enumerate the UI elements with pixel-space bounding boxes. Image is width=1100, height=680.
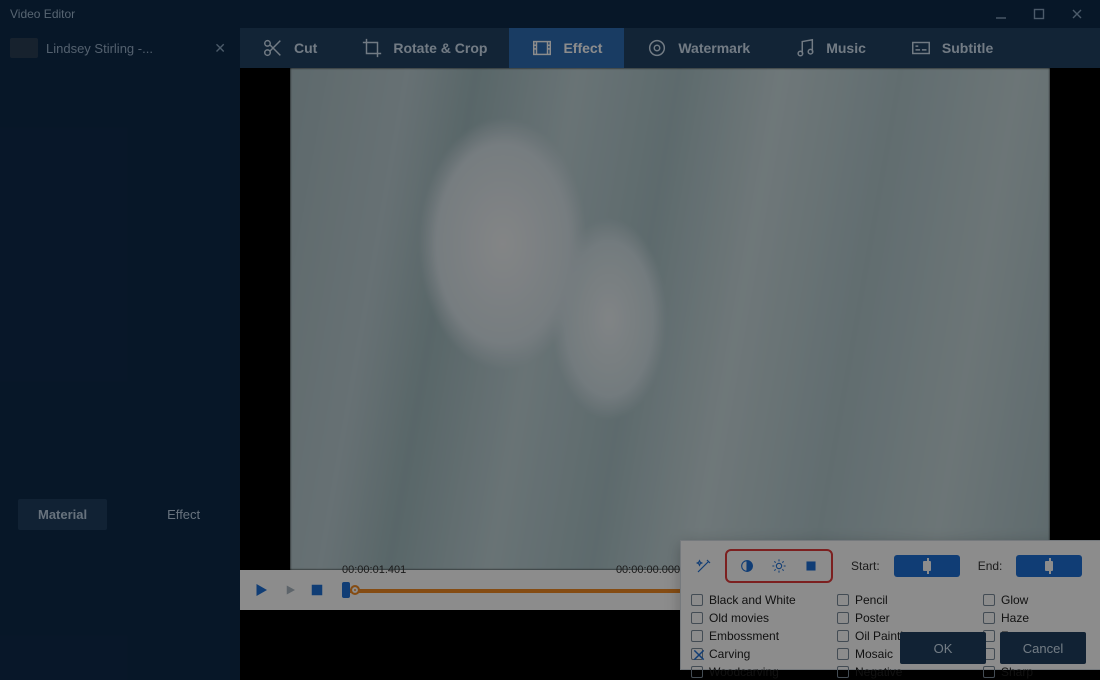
- tool-subtitle[interactable]: Subtitle: [888, 28, 1015, 68]
- auto-enhance-button[interactable]: [691, 553, 717, 579]
- window-controls: [984, 3, 1094, 25]
- video-frame: [290, 68, 1050, 570]
- music-note-icon: [794, 37, 816, 59]
- chk-pencil[interactable]: Pencil: [837, 593, 983, 607]
- filmstrip-icon: [531, 37, 553, 59]
- chk-glow[interactable]: Glow: [983, 593, 1100, 607]
- tool-music-label: Music: [826, 40, 866, 56]
- app-title: Video Editor: [10, 7, 75, 21]
- video-preview-image: [290, 68, 1050, 570]
- left-tab-effect-label: Effect: [167, 507, 200, 522]
- chk-sharp[interactable]: Sharp: [983, 665, 1100, 679]
- chk-label: Embossment: [709, 629, 779, 643]
- time-current: 00:00:01.401: [342, 564, 406, 576]
- tool-music[interactable]: Music: [772, 28, 888, 68]
- chk-label: Sharp: [1001, 665, 1033, 679]
- end-label: End:: [978, 559, 1003, 573]
- close-window-button[interactable]: [1060, 3, 1094, 25]
- effect-popup-controls: Start: End:: [691, 549, 1100, 583]
- maximize-button[interactable]: [1022, 3, 1056, 25]
- chk-label: Glow: [1001, 593, 1028, 607]
- contrast-button[interactable]: [733, 555, 761, 577]
- chk-label: Old movies: [709, 611, 769, 625]
- tool-effect-label: Effect: [563, 40, 602, 56]
- timeline-playhead[interactable]: [350, 585, 360, 595]
- file-tab-close-icon[interactable]: ✕: [210, 40, 230, 57]
- ok-button[interactable]: OK: [900, 632, 986, 664]
- minimize-button[interactable]: [984, 3, 1018, 25]
- file-tab-label: Lindsey Stirling -...: [46, 41, 153, 56]
- chk-label: Negative: [855, 665, 902, 679]
- tool-cut[interactable]: Cut: [240, 28, 339, 68]
- main-toolbar: Cut Rotate & Crop Effect Watermark Music…: [240, 28, 1100, 68]
- chk-woodcarving[interactable]: Woodcarving: [691, 665, 837, 679]
- chk-negative[interactable]: Negative: [837, 665, 983, 679]
- cancel-button[interactable]: Cancel: [1000, 632, 1086, 664]
- tool-rotate-crop[interactable]: Rotate & Crop: [339, 28, 509, 68]
- chk-label: Woodcarving: [709, 665, 779, 679]
- left-panel: Material Effect: [0, 68, 240, 680]
- chk-embossment[interactable]: Embossment: [691, 629, 837, 643]
- play-selection-button[interactable]: [278, 579, 300, 601]
- chk-black-and-white[interactable]: Black and White: [691, 593, 837, 607]
- stop-button[interactable]: [306, 579, 328, 601]
- timeline-in-handle[interactable]: [342, 582, 350, 598]
- chk-old-movies[interactable]: Old movies: [691, 611, 837, 625]
- popup-cancel-button[interactable]: [689, 645, 709, 665]
- left-tabs: Material Effect: [18, 499, 220, 530]
- tool-cut-label: Cut: [294, 40, 317, 56]
- tool-effect[interactable]: Effect: [509, 28, 624, 68]
- end-range-slider[interactable]: [1016, 555, 1082, 577]
- preview-area: 00:00:01.401 00:00:00.000-00:04:17.489 0…: [240, 68, 1100, 680]
- left-tab-effect[interactable]: Effect: [147, 499, 220, 530]
- left-tab-material[interactable]: Material: [18, 499, 107, 530]
- effect-col-1: Black and White Old movies Embossment Ca…: [691, 593, 837, 679]
- chk-haze[interactable]: Haze: [983, 611, 1100, 625]
- dialog-actions: OK Cancel: [900, 632, 1086, 664]
- chk-label: Poster: [855, 611, 890, 625]
- title-bar: Video Editor: [0, 0, 1100, 28]
- top-strip: Lindsey Stirling -... ✕ Cut Rotate & Cro…: [0, 28, 1100, 68]
- saturation-button[interactable]: [797, 555, 825, 577]
- brightness-button[interactable]: [765, 555, 793, 577]
- tool-rotate-crop-label: Rotate & Crop: [393, 40, 487, 56]
- chk-label: Haze: [1001, 611, 1029, 625]
- tool-subtitle-label: Subtitle: [942, 40, 993, 56]
- left-tab-material-label: Material: [38, 507, 87, 522]
- start-range-slider[interactable]: [894, 555, 960, 577]
- subtitle-icon: [910, 37, 932, 59]
- scissors-icon: [262, 37, 284, 59]
- body: Material Effect 00:00:01.401 00:00:00.00…: [0, 68, 1100, 680]
- play-button[interactable]: [250, 579, 272, 601]
- tool-watermark[interactable]: Watermark: [624, 28, 772, 68]
- file-tab[interactable]: Lindsey Stirling -... ✕: [0, 28, 240, 68]
- chk-poster[interactable]: Poster: [837, 611, 983, 625]
- app-window: Video Editor Lindsey Stirling -... ✕ Cut…: [0, 0, 1100, 680]
- adjustment-group-highlight: [725, 549, 833, 583]
- chk-label: Pencil: [855, 593, 888, 607]
- file-thumbnail: [10, 38, 38, 58]
- chk-label: Black and White: [709, 593, 796, 607]
- stamp-icon: [646, 37, 668, 59]
- start-label: Start:: [851, 559, 880, 573]
- ok-label: OK: [934, 641, 953, 656]
- cancel-label: Cancel: [1023, 641, 1063, 656]
- tool-watermark-label: Watermark: [678, 40, 750, 56]
- crop-icon: [361, 37, 383, 59]
